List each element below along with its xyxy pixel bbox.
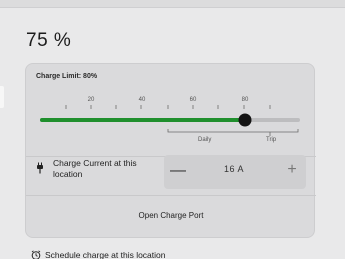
increase-current-button[interactable]: + [284, 161, 300, 179]
tick-label-40: 40 [138, 97, 146, 103]
decrease-current-button[interactable]: — [170, 162, 186, 180]
charge-current-stepper: — 16 A + [164, 155, 306, 189]
tick-label-60: 60 [189, 97, 197, 103]
schedule-charge-label: Schedule charge at this location [45, 250, 166, 259]
tick-label-20: 20 [87, 97, 95, 103]
trip-label: Trip [266, 137, 277, 143]
charge-limit-slider[interactable]: 20 40 60 80 Daily Trip [26, 86, 316, 154]
daily-trip-bracket [167, 129, 299, 133]
slider-knob[interactable] [238, 113, 252, 127]
slider-ticks [65, 105, 271, 109]
side-edge [0, 86, 4, 108]
charging-card: Charge Limit: 80% 20 40 60 80 Daily Trip… [25, 63, 316, 238]
top-strip [0, 0, 345, 8]
daily-label: Daily [198, 137, 212, 143]
tick-label-80: 80 [241, 97, 249, 103]
charge-current-label: Charge Current at this location [53, 158, 137, 179]
charge-limit-label: Charge Limit: 80% [36, 73, 98, 80]
plug-icon [37, 162, 43, 174]
open-charge-port-button[interactable]: Open Charge Port [26, 196, 316, 234]
charge-current-value: 16 A [223, 164, 245, 174]
slider-graphic [40, 105, 300, 136]
alarm-clock-icon [31, 250, 41, 259]
schedule-charge-row[interactable]: Schedule charge at this location [31, 248, 166, 259]
open-charge-port-label: Open Charge Port [138, 210, 204, 220]
battery-percent: 75 % [26, 30, 72, 51]
